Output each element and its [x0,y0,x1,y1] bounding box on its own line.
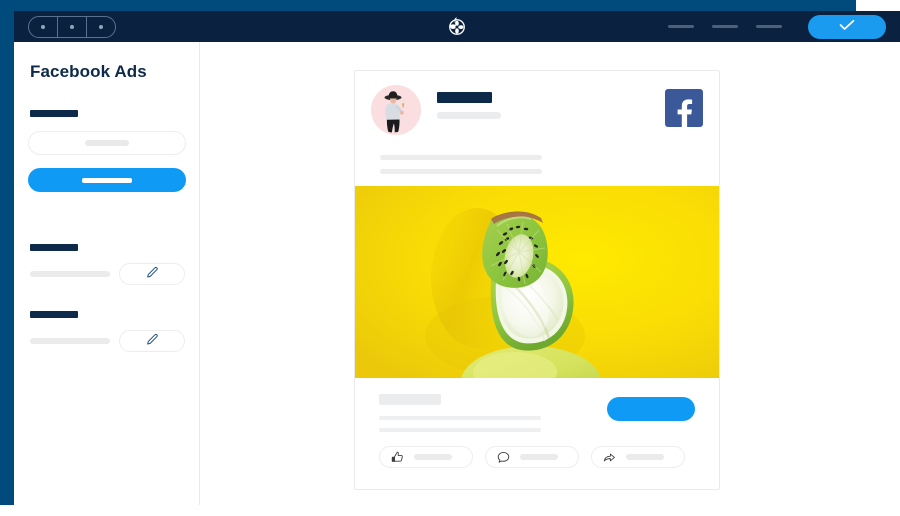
app-window: Facebook Ads [0,0,900,516]
pinwheel-logo-icon [444,14,470,40]
comment-label [520,454,558,460]
pencil-icon [145,333,159,350]
app-body: Facebook Ads [14,42,900,505]
titlebar-actions [668,14,886,39]
comment-action[interactable] [485,446,579,468]
menu-placeholder-3[interactable] [756,25,782,28]
primary-button-label [82,177,132,183]
page-name-placeholder [437,92,492,103]
group-row-2 [28,330,185,352]
dot-icon [41,24,45,29]
page-meta-placeholder [437,112,501,119]
description-line-2 [379,428,541,432]
page-title: Facebook Ads [30,62,147,81]
form-field-label [30,110,78,117]
ad-actions [379,446,685,468]
ad-footer-copy [379,394,541,432]
dot-icon [99,24,103,29]
ad-creative-image [355,186,719,378]
ad-preview-card [354,70,720,490]
window-controls[interactable] [28,15,116,38]
menu-placeholder-2[interactable] [712,25,738,28]
preview-stage [200,42,900,505]
cta-button[interactable] [607,397,695,421]
check-icon [839,19,855,34]
post-text-line-1 [380,155,542,160]
window-control-dot-1[interactable] [29,16,58,37]
group-label-2 [30,311,78,318]
ad-footer-top [379,394,695,432]
share-label [626,454,664,460]
sidebar-group-2 [28,311,185,352]
post-text-line-2 [380,169,542,174]
ad-header-text [437,92,665,119]
ad-card-header [355,71,719,186]
sidebar-panel: Facebook Ads [14,42,200,505]
dot-icon [70,24,74,29]
primary-button[interactable] [28,168,186,192]
title-bar [14,11,900,42]
like-label [414,454,452,460]
ad-headline-placeholder [379,394,441,405]
pencil-icon [145,266,159,283]
edit-button-2[interactable] [119,330,185,352]
ad-post-text [380,155,542,174]
menu-placeholder-1[interactable] [668,25,694,28]
confirm-button[interactable] [808,14,886,39]
thumbs-up-icon [390,450,405,465]
group-value-1 [30,271,110,277]
window-control-dot-2[interactable] [58,16,87,37]
facebook-icon [665,89,703,127]
description-line-1 [379,416,541,420]
window-left-rail [0,0,14,505]
group-value-2 [30,338,110,344]
comment-bubble-icon [496,450,511,465]
edit-button-1[interactable] [119,263,185,285]
group-label-1 [30,244,78,251]
search-input[interactable] [28,131,186,155]
sidebar-group-1 [28,244,185,285]
share-arrow-icon [602,450,617,465]
ad-header-row [371,85,703,135]
ad-card-footer [355,378,719,489]
window-chrome-notch [856,0,900,11]
profile-avatar [371,85,421,135]
group-row-1 [28,263,185,285]
input-placeholder [85,140,129,146]
like-action[interactable] [379,446,473,468]
window-control-dot-3[interactable] [87,17,115,37]
window-chrome-strip [0,0,900,11]
share-action[interactable] [591,446,685,468]
